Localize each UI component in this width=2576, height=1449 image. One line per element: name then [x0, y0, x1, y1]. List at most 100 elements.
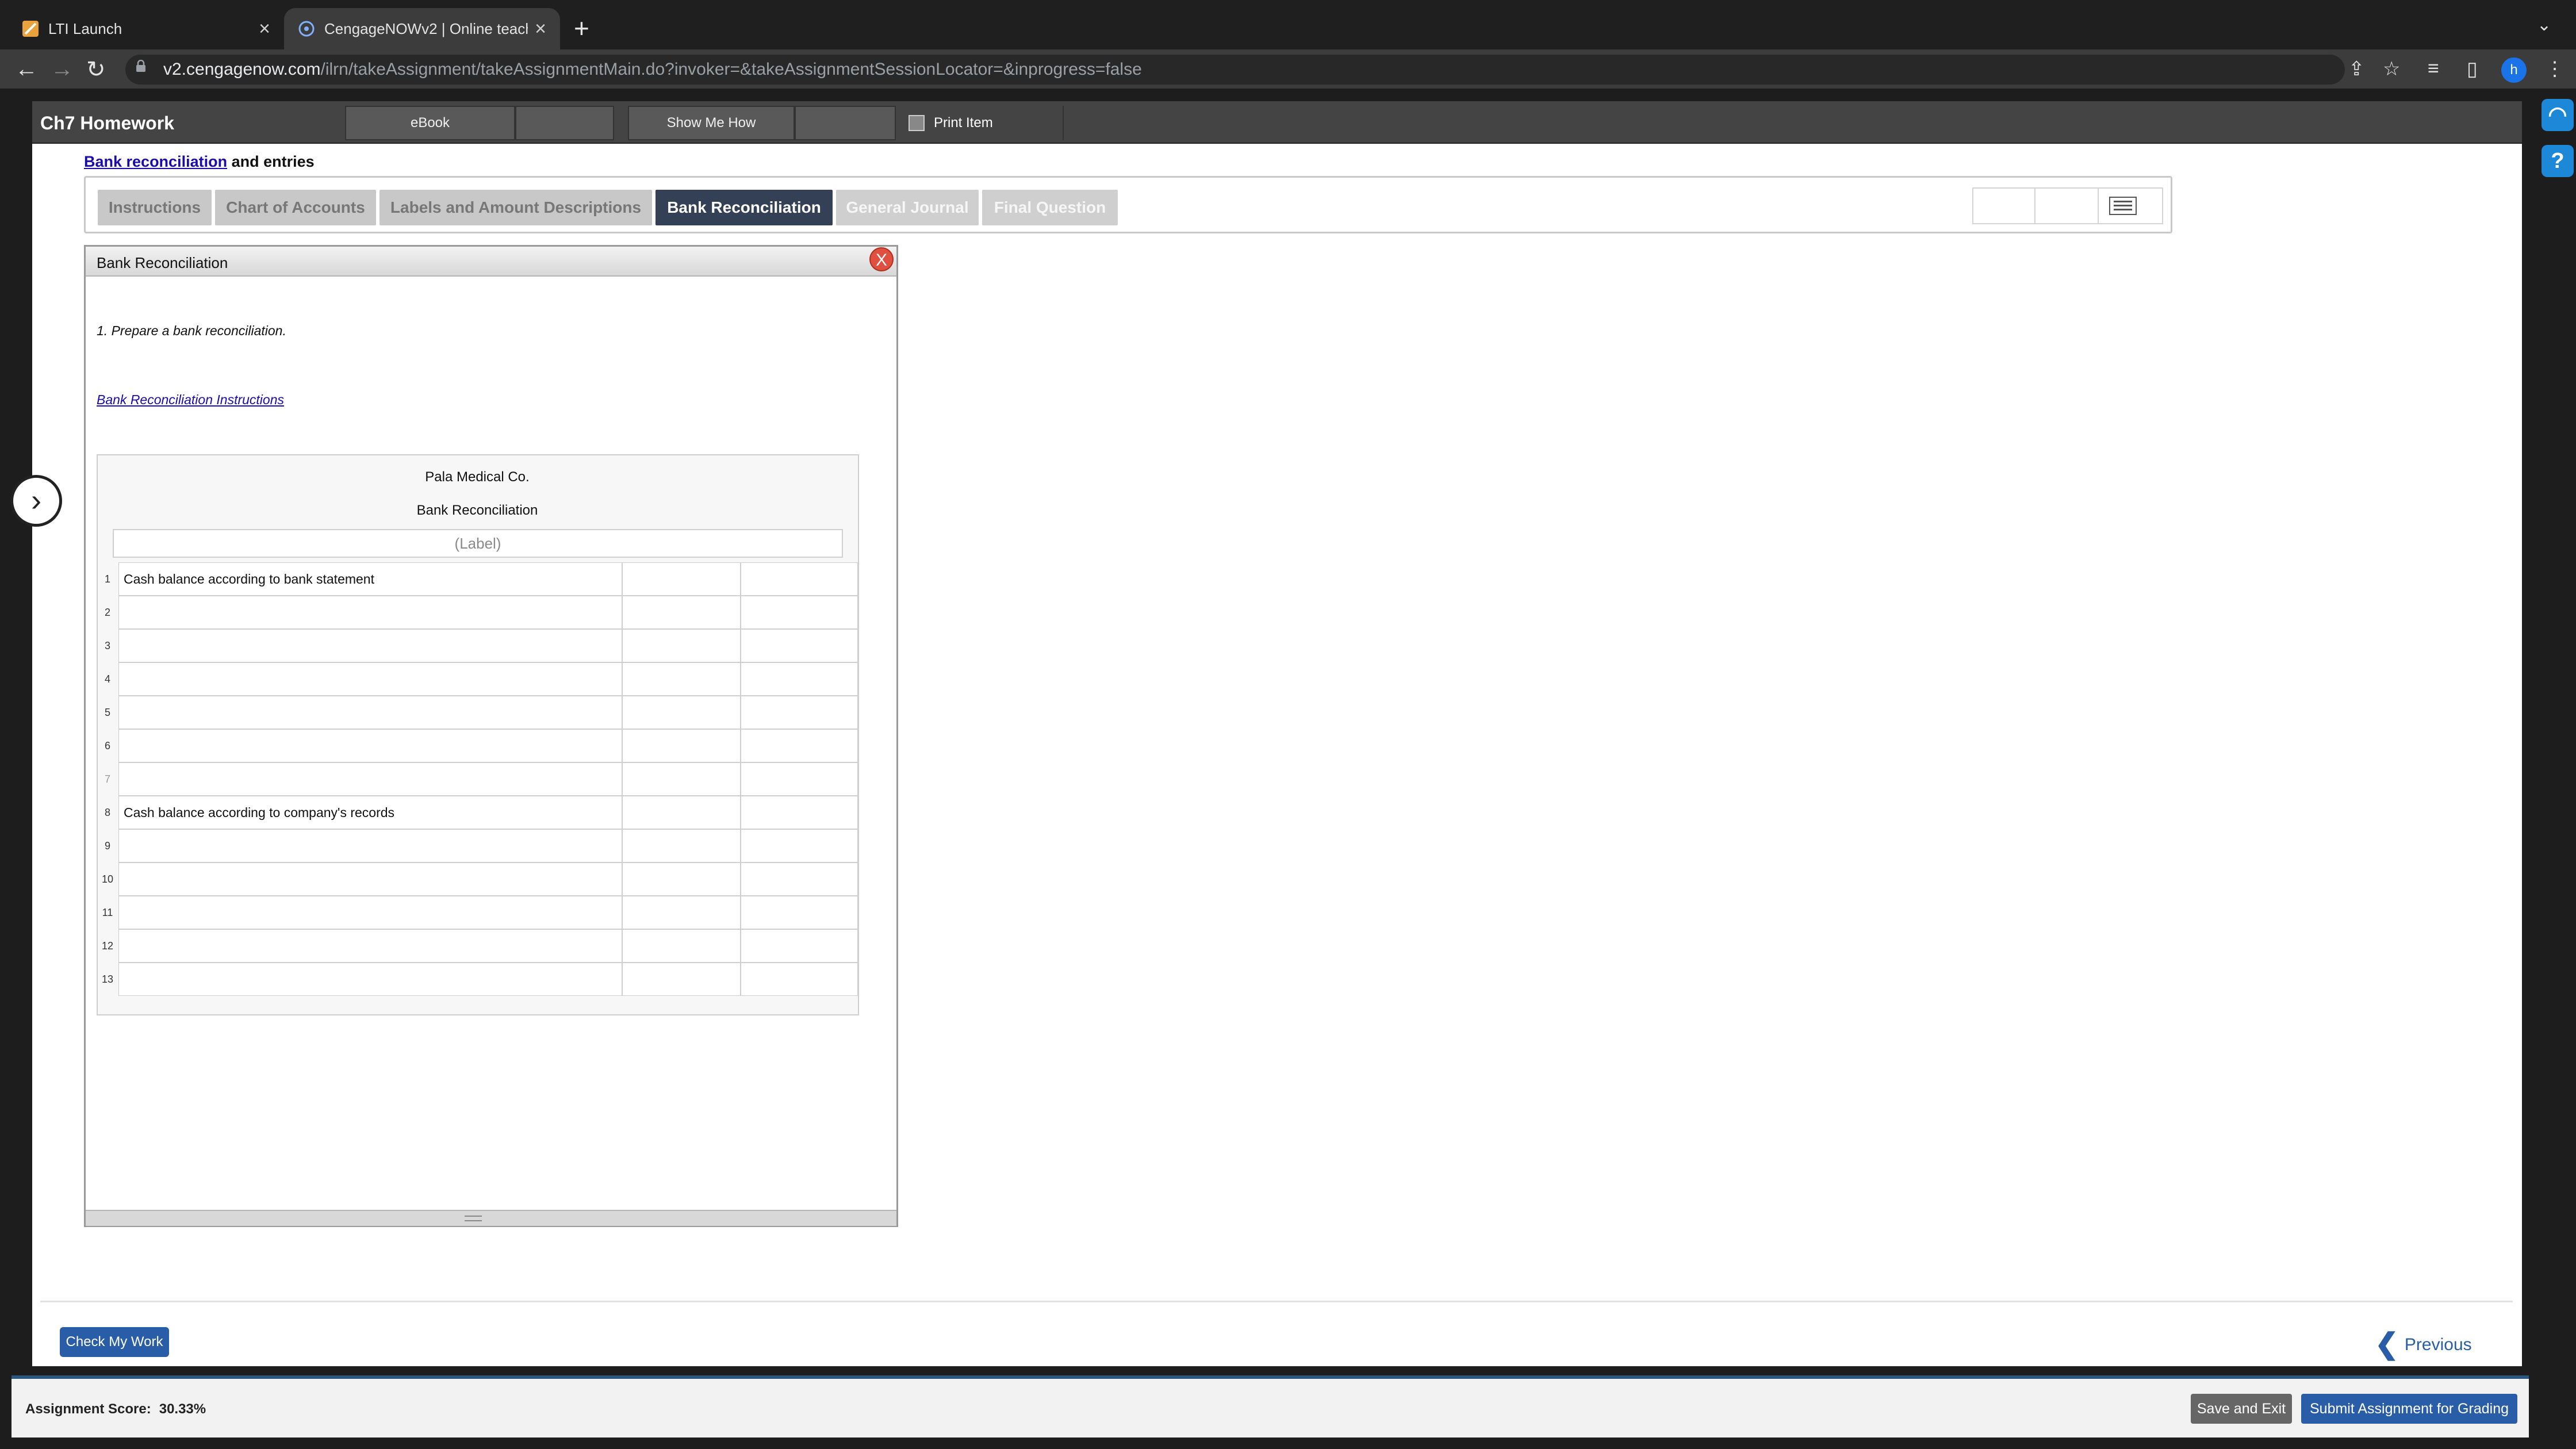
amount-cell-2[interactable]	[741, 862, 858, 896]
panel-resize-bar[interactable]	[86, 1210, 896, 1226]
show-me-how-button[interactable]: Show Me How	[628, 106, 795, 140]
profile-avatar[interactable]: h	[2501, 57, 2527, 83]
tab-title: CengageNOWv2 | Online teach	[324, 20, 528, 37]
amount-cell-2[interactable]	[741, 929, 858, 963]
header-blank-button-2[interactable]	[795, 106, 896, 140]
bank-reconciliation-link[interactable]: Bank reconciliation	[84, 153, 227, 170]
tab-general-journal[interactable]: General Journal	[836, 190, 979, 225]
amount-cell-2[interactable]	[741, 729, 858, 762]
amount-cell-2[interactable]	[741, 596, 858, 629]
submit-for-grading-button[interactable]: Submit Assignment for Grading	[2301, 1394, 2517, 1424]
previous-button[interactable]: ❮ Previous	[2375, 1327, 2472, 1360]
instructions-link[interactable]: Bank Reconciliation Instructions	[97, 392, 284, 408]
amount-cell-1[interactable]	[622, 729, 741, 762]
amount-cell-2[interactable]	[741, 963, 858, 996]
amount-cell-2[interactable]	[741, 762, 858, 796]
description-cell[interactable]: Cash balance according to bank statement	[118, 562, 622, 596]
close-panel-button[interactable]: X	[869, 247, 894, 271]
amount-cell-1[interactable]	[622, 829, 741, 862]
expand-chevron-right-icon[interactable]: ›	[10, 475, 62, 527]
table-row: 10	[98, 862, 858, 896]
url-text[interactable]: v2.cengagenow.com/ilrn/takeAssignment/ta…	[163, 60, 1142, 79]
description-cell[interactable]	[118, 829, 622, 862]
amount-cell-1[interactable]	[622, 896, 741, 929]
tab-title: LTI Launch	[48, 20, 122, 37]
support-headset-icon[interactable]: ◠	[2542, 99, 2574, 131]
close-tab-icon[interactable]: ×	[535, 18, 546, 40]
amount-cell-1[interactable]	[622, 762, 741, 796]
back-arrow-icon[interactable]: ←	[15, 56, 38, 82]
row-number: 4	[104, 673, 110, 685]
tab-chart-of-accounts[interactable]: Chart of Accounts	[215, 190, 376, 225]
amount-cell-1[interactable]	[622, 662, 741, 696]
amount-cell-1[interactable]	[622, 963, 741, 996]
description-cell[interactable]	[118, 929, 622, 963]
browser-menu-icon[interactable]: ⋮	[2545, 57, 2564, 80]
amount-cell-1[interactable]	[622, 796, 741, 829]
check-my-work-button[interactable]: Check My Work	[60, 1327, 169, 1357]
help-question-icon[interactable]: ?	[2542, 145, 2574, 177]
amount-cell-1[interactable]	[622, 596, 741, 629]
print-item-checkbox[interactable]	[908, 115, 925, 131]
description-cell[interactable]	[118, 729, 622, 762]
tools-divider	[2034, 189, 2035, 223]
share-icon[interactable]: ⇪	[2348, 57, 2365, 80]
row-number: 2	[104, 607, 110, 618]
amount-cell-2[interactable]	[741, 696, 858, 729]
description-cell[interactable]	[118, 596, 622, 629]
save-and-exit-button[interactable]: Save and Exit	[2191, 1394, 2292, 1424]
description-cell[interactable]	[118, 896, 622, 929]
description-cell[interactable]	[118, 629, 622, 662]
new-tab-icon[interactable]: +	[574, 13, 589, 44]
tab-labels-and-amount-descriptions[interactable]: Labels and Amount Descriptions	[379, 190, 652, 225]
browser-tab-lti-launch[interactable]: LTI Launch ×	[8, 8, 284, 49]
amount-cell-2[interactable]	[741, 829, 858, 862]
amount-cell-1[interactable]	[622, 862, 741, 896]
amount-cell-2[interactable]	[741, 629, 858, 662]
amount-cell-1[interactable]	[622, 629, 741, 662]
bookmark-star-icon[interactable]: ☆	[2383, 57, 2400, 80]
description-cell[interactable]	[118, 662, 622, 696]
amount-cell-1[interactable]	[622, 929, 741, 963]
resize-grip-icon[interactable]	[465, 1216, 482, 1221]
label-input[interactable]: (Label)	[113, 529, 843, 558]
table-row: 5	[98, 696, 858, 729]
description-cell[interactable]	[118, 862, 622, 896]
tools-divider	[2098, 189, 2099, 223]
amount-cell-2[interactable]	[741, 896, 858, 929]
media-playlist-icon[interactable]: ≡	[2428, 57, 2439, 80]
assignment-title: Ch7 Homework	[40, 113, 174, 133]
ebook-button[interactable]: eBook	[345, 106, 515, 140]
forward-arrow-icon[interactable]: →	[51, 56, 74, 82]
tab-search-chevron-icon[interactable]: ⌄	[2537, 15, 2551, 35]
row-number: 6	[104, 740, 110, 752]
header-divider	[1063, 106, 1064, 140]
tab-instructions[interactable]: Instructions	[98, 190, 212, 225]
table-row: 2	[98, 596, 858, 629]
list-lines-icon[interactable]	[2109, 197, 2137, 215]
description-cell[interactable]	[118, 963, 622, 996]
lti-favicon-icon	[22, 21, 39, 37]
description-cell[interactable]	[118, 762, 622, 796]
reload-icon[interactable]: ↻	[86, 56, 106, 83]
amount-cell-2[interactable]	[741, 662, 858, 696]
header-blank-button[interactable]	[515, 106, 614, 140]
amount-cell-2[interactable]	[741, 562, 858, 596]
browser-tab-cengage[interactable]: CengageNOWv2 | Online teach ×	[284, 8, 560, 49]
amount-cell-1[interactable]	[622, 562, 741, 596]
row-number: 3	[104, 640, 110, 651]
row-number: 5	[104, 707, 110, 718]
tab-bank-reconciliation[interactable]: Bank Reconciliation	[656, 190, 833, 225]
amount-cell-2[interactable]	[741, 796, 858, 829]
tab-final-question[interactable]: Final Question	[982, 190, 1118, 225]
statement-name: Bank Reconciliation	[416, 503, 538, 518]
table-row: 11	[98, 896, 858, 929]
table-row: 3	[98, 629, 858, 662]
side-panel-icon[interactable]: ▯	[2467, 57, 2478, 80]
print-item-label[interactable]: Print Item	[934, 115, 993, 131]
description-cell[interactable]: Cash balance according to company's reco…	[118, 796, 622, 829]
table-row: 12	[98, 929, 858, 963]
close-tab-icon[interactable]: ×	[259, 18, 270, 40]
amount-cell-1[interactable]	[622, 696, 741, 729]
description-cell[interactable]	[118, 696, 622, 729]
